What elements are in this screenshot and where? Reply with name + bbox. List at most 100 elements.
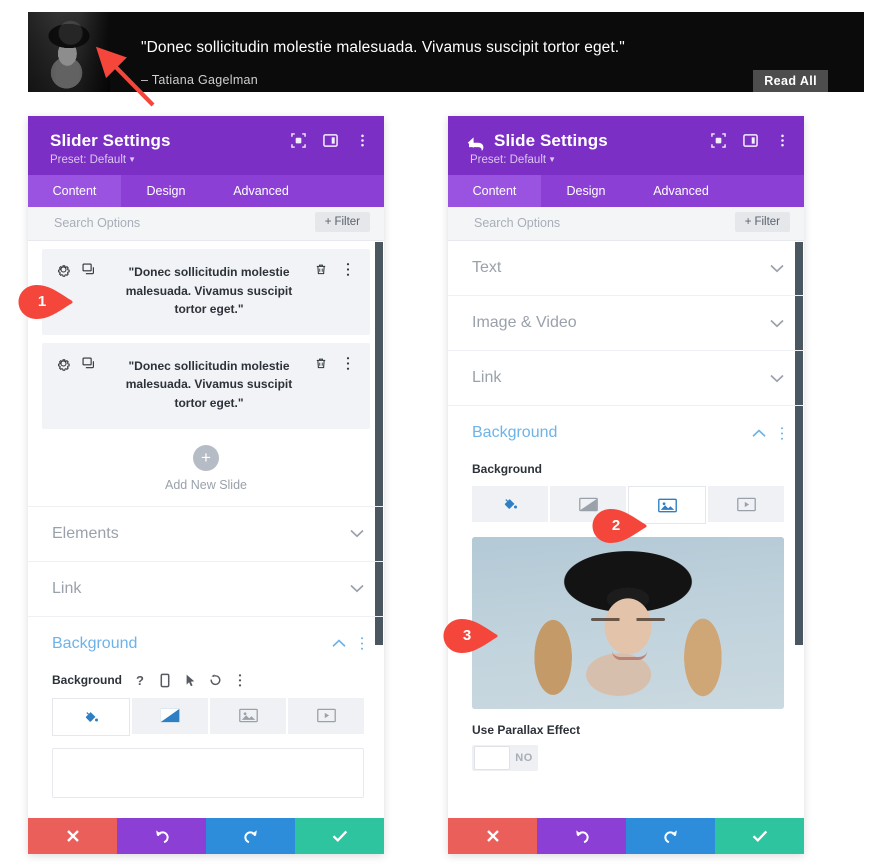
section-elements[interactable]: Elements (28, 505, 384, 561)
preset-label: Preset: Default (470, 154, 547, 166)
background-tab-image[interactable] (628, 486, 706, 524)
photo-detail (612, 651, 647, 660)
undo-button[interactable] (117, 818, 206, 854)
redo-button[interactable] (626, 818, 715, 854)
kebab-menu-icon[interactable] (775, 133, 790, 148)
back-arrow-icon[interactable] (466, 135, 486, 153)
section-label: Elements (52, 524, 119, 542)
background-type-tabs (472, 486, 784, 524)
background-field-row: Background ? (52, 673, 364, 688)
undo-icon (575, 830, 589, 844)
page-title: Slider Settings (50, 131, 171, 150)
tab-advanced[interactable]: Advanced (631, 175, 731, 207)
background-image-preview[interactable] (472, 537, 784, 709)
section-link[interactable]: Link (28, 560, 384, 616)
redo-button[interactable] (206, 818, 295, 854)
preset-selector[interactable]: Preset: Default ▼ (50, 154, 136, 166)
kebab-menu-icon[interactable] (346, 262, 350, 277)
filter-button[interactable]: + Filter (314, 212, 370, 232)
background-tab-color[interactable] (472, 486, 548, 522)
focus-icon[interactable] (711, 133, 726, 148)
undo-button[interactable] (537, 818, 626, 854)
tab-design[interactable]: Design (541, 175, 631, 207)
tab-content[interactable]: Content (448, 175, 541, 207)
filter-label: Filter (334, 216, 360, 228)
preset-label: Preset: Default (50, 154, 127, 166)
kebab-menu-icon[interactable] (360, 636, 364, 651)
layout-icon[interactable] (743, 133, 758, 148)
background-tab-video[interactable] (288, 697, 364, 734)
responsive-icon[interactable] (158, 673, 172, 688)
focus-icon[interactable] (291, 133, 306, 148)
search-bar: +Filter (448, 207, 804, 241)
background-tab-gradient[interactable] (550, 486, 626, 522)
panel-action-bar (28, 818, 384, 854)
background-field-label: Background (472, 462, 543, 476)
background-tab-gradient[interactable] (132, 697, 208, 734)
background-controls: Background ? (28, 673, 384, 798)
section-image-video[interactable]: Image & Video (448, 295, 804, 350)
save-button[interactable] (295, 818, 384, 854)
background-field-row: Background (472, 462, 784, 476)
read-all-button[interactable]: Read All (753, 70, 828, 92)
gear-icon[interactable] (56, 356, 71, 371)
panel-scroll-area: "Donec sollicitudin molestie malesuada. … (28, 241, 384, 854)
background-color-preview[interactable] (52, 747, 364, 798)
parallax-label: Use Parallax Effect (472, 723, 581, 737)
gradient-icon (578, 497, 598, 511)
slider-preview: "Donec sollicitudin molestie malesuada. … (28, 12, 864, 92)
hover-icon[interactable] (183, 673, 197, 688)
plus-icon: + (193, 444, 219, 471)
avatar (28, 12, 110, 92)
chevron-down-icon: ▼ (548, 155, 556, 164)
duplicate-icon[interactable] (81, 356, 96, 371)
kebab-menu-icon[interactable] (780, 426, 784, 441)
tab-content[interactable]: Content (28, 175, 121, 207)
list-item[interactable]: "Donec sollicitudin molestie malesuada. … (42, 342, 370, 429)
kebab-menu-icon[interactable] (355, 133, 370, 148)
slide-author-text: – Tatiana Gagelman (141, 73, 259, 87)
section-label: Image & Video (472, 314, 577, 331)
header-icon-group (711, 133, 790, 148)
section-label: Link (52, 579, 82, 597)
section-background[interactable]: Background (28, 615, 384, 671)
search-input[interactable] (52, 215, 256, 231)
chevron-down-icon (770, 374, 784, 382)
search-input[interactable] (472, 215, 676, 231)
add-new-slide-label: Add New Slide (165, 477, 247, 492)
background-tab-image[interactable] (210, 697, 286, 734)
trash-icon[interactable] (314, 356, 328, 371)
kebab-menu-icon[interactable] (233, 673, 247, 688)
duplicate-icon[interactable] (81, 262, 96, 277)
kebab-menu-icon[interactable] (346, 356, 350, 371)
video-icon (316, 708, 336, 723)
tab-design[interactable]: Design (121, 175, 211, 207)
slide-settings-panel: Slide Settings Preset: Default ▼ Content … (448, 116, 804, 854)
cancel-button[interactable] (28, 818, 117, 854)
reset-icon[interactable] (208, 673, 222, 688)
close-icon (486, 830, 499, 842)
tab-bar: Content Design Advanced (28, 175, 384, 207)
tab-advanced[interactable]: Advanced (211, 175, 311, 207)
cancel-button[interactable] (448, 818, 537, 854)
image-icon (238, 708, 258, 723)
section-link[interactable]: Link (448, 350, 804, 405)
gear-icon[interactable] (56, 262, 71, 277)
parallax-toggle[interactable]: NO (472, 745, 538, 771)
list-item[interactable]: "Donec sollicitudin molestie malesuada. … (42, 249, 370, 335)
save-button[interactable] (715, 818, 804, 854)
toggle-knob (474, 746, 510, 770)
chevron-up-icon (752, 428, 766, 437)
filter-button[interactable]: + Filter (734, 212, 790, 232)
background-tab-color[interactable] (52, 697, 130, 736)
tab-bar: Content Design Advanced (448, 175, 804, 207)
preset-selector[interactable]: Preset: Default ▼ (470, 154, 556, 166)
check-icon (332, 830, 347, 843)
section-text[interactable]: Text (448, 241, 804, 295)
help-icon[interactable]: ? (133, 673, 147, 688)
layout-icon[interactable] (323, 133, 338, 148)
add-new-slide-button[interactable]: + Add New Slide (28, 444, 384, 506)
section-background[interactable]: Background (448, 405, 804, 460)
trash-icon[interactable] (314, 262, 328, 277)
background-tab-video[interactable] (708, 486, 784, 522)
